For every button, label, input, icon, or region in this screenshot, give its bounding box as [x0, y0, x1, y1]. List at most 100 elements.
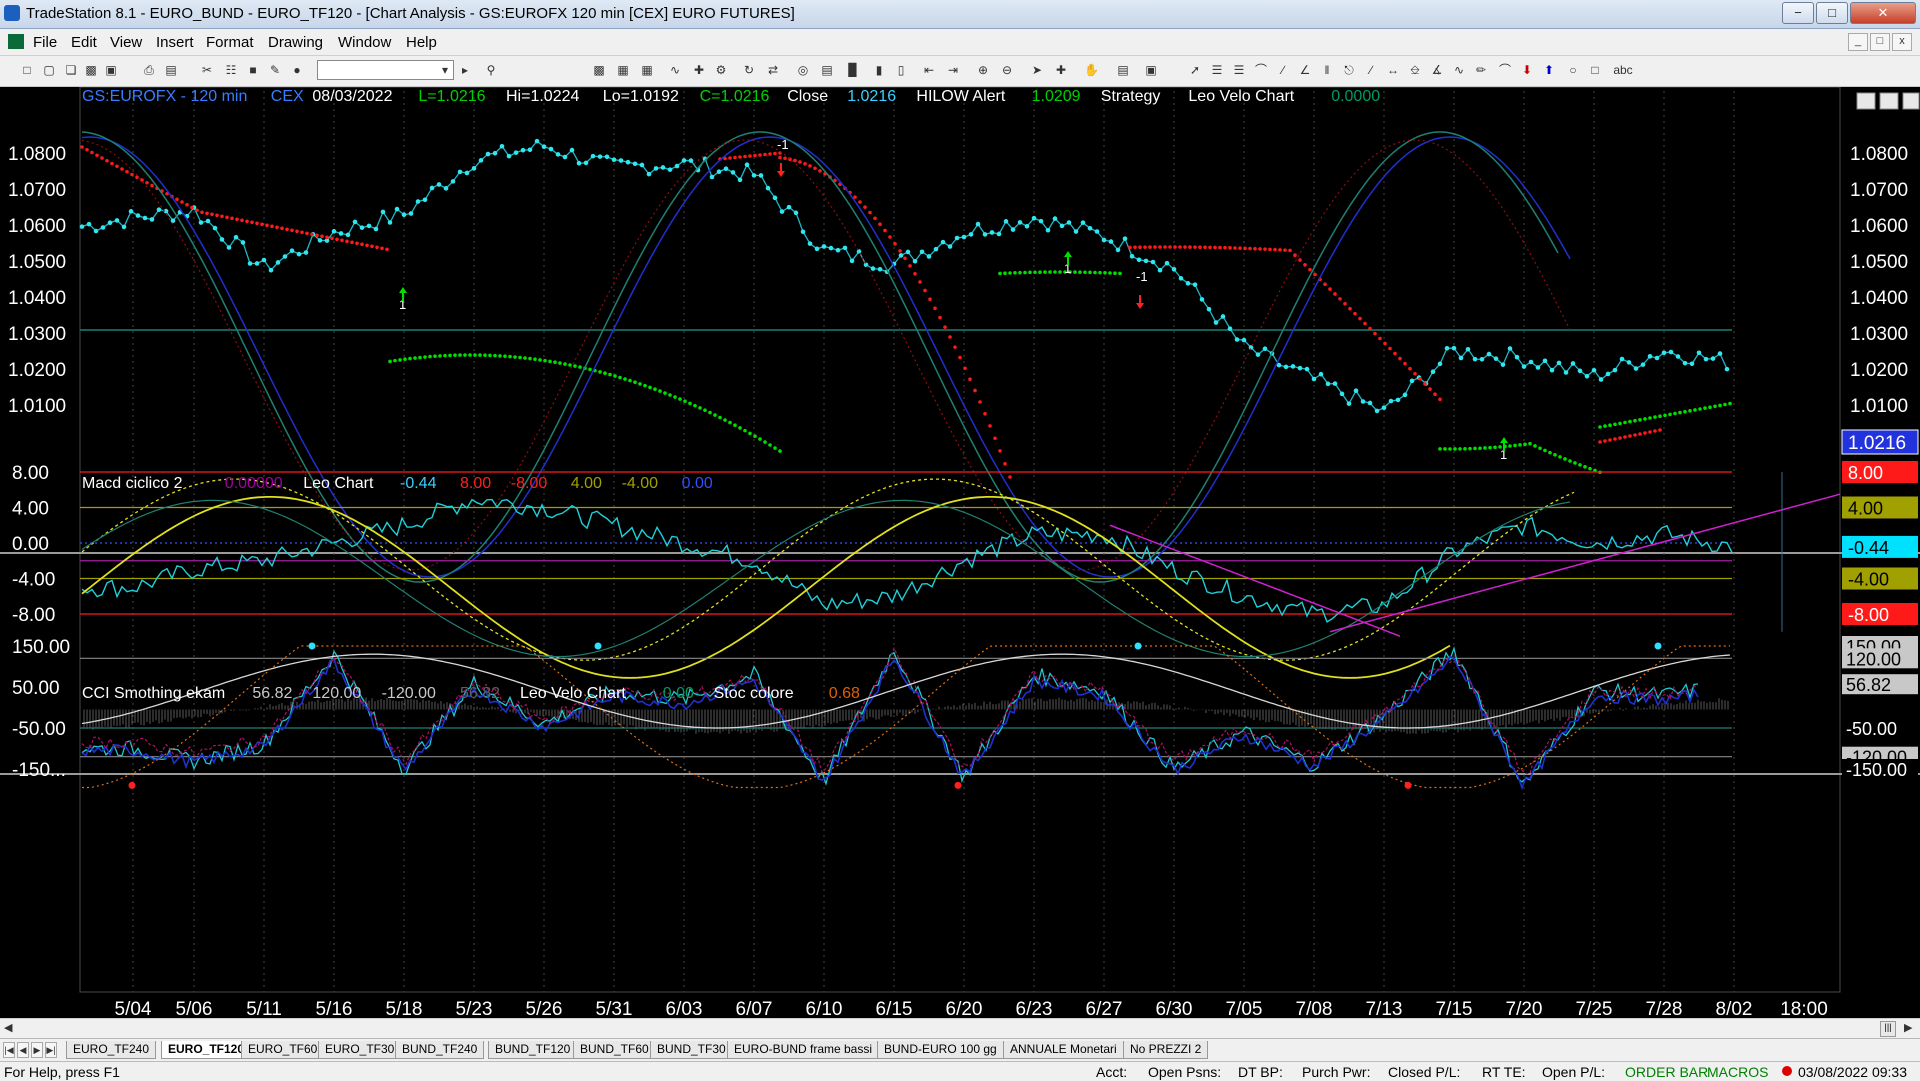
tab-euro-tf240[interactable]: EURO_TF240 — [66, 1041, 157, 1059]
refresh-icon[interactable]: ↻ — [742, 63, 756, 77]
scroll-left-arrow-icon[interactable]: ◀ — [4, 1021, 12, 1034]
menu-edit[interactable]: Edit — [71, 34, 97, 51]
arrow-up-blue-icon[interactable]: ⬆ — [1542, 63, 1556, 77]
ellipse-icon[interactable]: ○ — [1566, 63, 1580, 77]
tab-euro-tf60[interactable]: EURO_TF60 — [241, 1041, 325, 1059]
insert-study-icon[interactable]: ✚ — [692, 63, 706, 77]
tab-bund-tf120[interactable]: BUND_TF120 — [488, 1041, 578, 1059]
chart-icon[interactable]: ☷ — [224, 63, 238, 77]
tab-first-icon[interactable]: |◀ — [3, 1042, 15, 1058]
table-icon[interactable]: ▦ — [616, 63, 630, 77]
indicator-icon[interactable]: ∿ — [668, 63, 682, 77]
grid-icon[interactable]: ▦ — [640, 63, 654, 77]
green-trend-dot — [1023, 270, 1027, 275]
mdi-close-button[interactable]: x — [1892, 33, 1912, 51]
format-icon[interactable]: ✎ — [268, 63, 282, 77]
horizontal-scrollbar[interactable]: ◀ ||| ▶ — [0, 1018, 1920, 1038]
rectangle-icon[interactable]: □ — [1588, 63, 1602, 77]
text-icon[interactable]: abc — [1612, 63, 1634, 77]
scroll-right-icon[interactable]: ⇥ — [946, 63, 960, 77]
tab-bund-tf240[interactable]: BUND_TF240 — [395, 1041, 485, 1059]
pencil-icon[interactable]: ✏ — [1474, 63, 1488, 77]
scroll-thumb[interactable]: ||| — [1880, 1021, 1896, 1037]
symbol-input[interactable] — [317, 60, 454, 80]
parallel-lines-icon[interactable]: ∕ — [1364, 63, 1378, 77]
tab-annuale-monetari[interactable]: ANNUALE Monetari — [1003, 1041, 1124, 1059]
tab-no-prezzi-2[interactable]: No PREZZI 2 — [1123, 1041, 1209, 1059]
fan-icon[interactable]: ∠ — [1298, 63, 1312, 77]
tab-bund-euro-100-gg[interactable]: BUND-EURO 100 gg — [877, 1041, 1004, 1059]
save-icon[interactable]: ▣ — [104, 63, 118, 77]
tab-next-icon[interactable]: ▶ — [31, 1042, 43, 1058]
menu-help[interactable]: Help — [406, 34, 437, 51]
zoom-out-icon[interactable]: ⊖ — [1000, 63, 1014, 77]
horizontal-lines-icon[interactable]: ☰ — [1210, 63, 1224, 77]
new-icon[interactable]: □ — [20, 63, 34, 77]
chart-window-icon[interactable] — [8, 34, 24, 49]
tab-euro-bund-frame-bassi[interactable]: EURO-BUND frame bassi — [727, 1041, 880, 1059]
macros-button[interactable]: MACROS — [1707, 1064, 1768, 1080]
speed-lines-icon[interactable]: ∡ — [1430, 63, 1444, 77]
fibonacci-icon[interactable]: ☰ — [1232, 63, 1246, 77]
print-preview-icon[interactable]: ▤ — [164, 63, 178, 77]
bar-chart-icon[interactable]: ▩ — [592, 63, 606, 77]
candles-icon[interactable]: ▮ — [872, 63, 886, 77]
tab-prev-icon[interactable]: ◀ — [17, 1042, 29, 1058]
freehand-icon[interactable]: ∿ — [1452, 63, 1466, 77]
andrews-pitchfork-icon[interactable]: ⎋ — [1342, 63, 1356, 77]
menu-window[interactable]: Window — [338, 34, 391, 51]
zoom-in-icon[interactable]: ⊕ — [976, 63, 990, 77]
menu-format[interactable]: Format — [206, 34, 254, 51]
chart-svg[interactable]: 1-11-11 5/04 5/06 5/11 5/16 5/18 5/23 5/26 5/31… — [0, 86, 1920, 1020]
settings-icon[interactable]: ⚙ — [714, 63, 728, 77]
layout-icon[interactable]: ▤ — [1116, 63, 1130, 77]
arrow-down-red-icon[interactable]: ⬇ — [1520, 63, 1534, 77]
macd-signal-yellow — [81, 495, 1451, 679]
tab-bund-tf60[interactable]: BUND_TF60 — [573, 1041, 656, 1059]
pointer-icon[interactable]: ➤ — [1030, 63, 1044, 77]
find-icon[interactable]: ⚲ — [484, 63, 498, 77]
maximize-button[interactable]: □ — [1816, 2, 1848, 24]
mdi-minimize-button[interactable]: _ — [1848, 33, 1868, 51]
scroll-right-arrow-icon[interactable]: ▶ — [1904, 1021, 1912, 1034]
vertical-lines-icon[interactable]: ‖ — [1320, 63, 1334, 77]
copy-icon[interactable]: ❏ — [64, 63, 78, 77]
menu-drawing[interactable]: Drawing — [268, 34, 323, 51]
close-button[interactable]: ✕ — [1850, 2, 1916, 24]
ruler-icon[interactable]: ↔ — [1386, 63, 1400, 77]
red-trend-dot — [1233, 246, 1237, 250]
menu-view[interactable]: View — [110, 34, 142, 51]
trendline-icon[interactable]: ➚ — [1188, 63, 1202, 77]
cut-icon[interactable]: ✂ — [200, 63, 214, 77]
tab-last-icon[interactable]: ▶| — [45, 1042, 57, 1058]
tab-euro-tf30[interactable]: EURO_TF30 — [318, 1041, 402, 1059]
chevron-down-icon[interactable]: ▾ — [438, 63, 452, 77]
menu-insert[interactable]: Insert — [156, 34, 194, 51]
tab-euro-tf120[interactable]: EURO_TF120 — [161, 1041, 252, 1059]
hand-icon[interactable]: ✋ — [1084, 63, 1099, 77]
gann-icon[interactable]: ⎒ — [1408, 63, 1422, 77]
lock-icon[interactable]: ■ — [246, 63, 260, 77]
sync-icon[interactable]: ⇄ — [766, 63, 780, 77]
channel-icon[interactable]: ∕ — [1276, 63, 1290, 77]
arrow-right-icon[interactable]: ▸ — [458, 63, 472, 77]
menu-file[interactable]: File — [33, 34, 57, 51]
scroll-left-icon[interactable]: ⇤ — [922, 63, 936, 77]
tab-bund-tf30[interactable]: BUND_TF30 — [650, 1041, 733, 1059]
crosshair-icon[interactable]: ✚ — [1054, 63, 1068, 77]
line-chart-icon[interactable]: ▯ — [894, 63, 908, 77]
curve-icon[interactable]: ⌒ — [1498, 63, 1512, 77]
bars-icon[interactable]: ▉ — [846, 63, 860, 77]
print-icon[interactable]: ⎙ — [142, 63, 156, 77]
chart-area[interactable]: 1 -1 1 -1 1 5/04 5/06 5/11 5/16 5/18 5/23 5/26 5/31… — [0, 86, 1920, 1020]
radar-icon[interactable]: ◎ — [796, 63, 810, 77]
chart-analysis-icon[interactable]: ▤ — [820, 63, 834, 77]
minimize-button[interactable]: − — [1782, 2, 1814, 24]
open-icon[interactable]: ▢ — [42, 63, 56, 77]
paste-icon[interactable]: ▩ — [84, 63, 98, 77]
globe-icon[interactable]: ● — [290, 63, 304, 77]
arc-icon[interactable]: ⌒ — [1254, 63, 1268, 77]
mdi-restore-button[interactable]: □ — [1870, 33, 1890, 51]
disabled-icon[interactable]: ▣ — [1144, 63, 1158, 77]
order-bar-button[interactable]: ORDER BAR — [1625, 1064, 1708, 1080]
